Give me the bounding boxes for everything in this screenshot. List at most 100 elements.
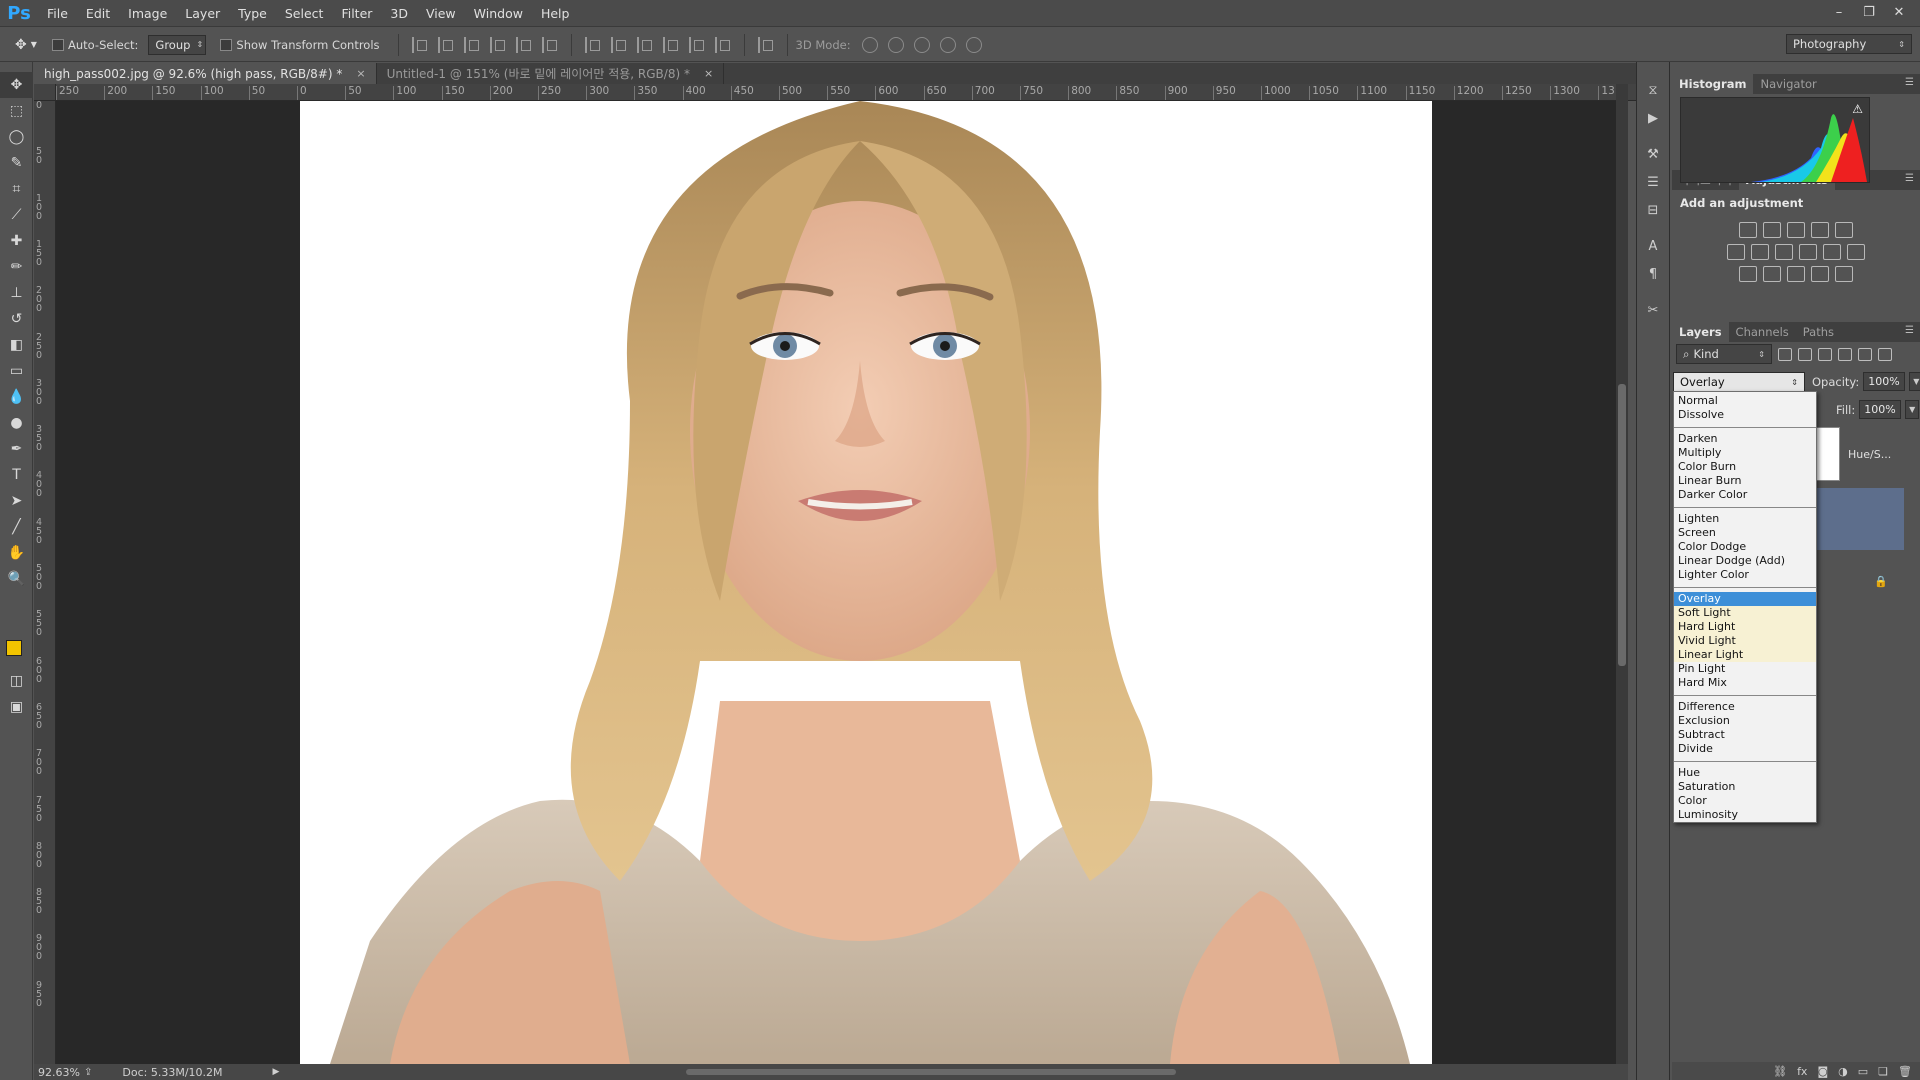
menu-type[interactable]: Type [229,0,276,27]
blend-option-linear-light[interactable]: Linear Light [1674,648,1816,662]
new-group-icon[interactable]: ▭ [1858,1065,1868,1078]
tab-histogram[interactable]: Histogram [1672,74,1754,94]
align-bottom-icon[interactable] [463,36,480,53]
invert-icon[interactable] [1739,266,1757,282]
marquee-tool-icon[interactable]: ⬚ [0,98,33,124]
brush-presets-icon[interactable]: ⚒ [1637,140,1669,168]
blend-option-darker-color[interactable]: Darker Color [1674,488,1816,502]
close-tab-icon[interactable]: × [704,67,713,80]
brightness-contrast-icon[interactable] [1739,222,1757,238]
blend-option-dissolve[interactable]: Dissolve [1674,408,1816,422]
filter-shape-icon[interactable] [1838,347,1852,361]
filter-type-icon[interactable] [1818,347,1832,361]
distribute-bottom-icon[interactable] [636,36,653,53]
blend-option-color-burn[interactable]: Color Burn [1674,460,1816,474]
exposure-icon[interactable] [1811,222,1829,238]
eraser-tool-icon[interactable]: ◧ [0,332,33,358]
tab-layers[interactable]: Layers [1672,322,1729,342]
blend-option-screen[interactable]: Screen [1674,526,1816,540]
history-brush-tool-icon[interactable]: ↺ [0,306,33,332]
minimize-icon[interactable]: – [1826,5,1852,20]
filter-pixel-icon[interactable] [1778,347,1792,361]
blend-option-color-dodge[interactable]: Color Dodge [1674,540,1816,554]
tab-paths[interactable]: Paths [1796,322,1841,342]
close-icon[interactable]: ✕ [1886,5,1912,20]
threshold-icon[interactable] [1787,266,1805,282]
add-mask-icon[interactable]: ◙ [1817,1065,1828,1078]
blend-option-normal[interactable]: Normal [1674,394,1816,408]
quick-select-tool-icon[interactable]: ✎ [0,150,33,176]
3d-rotate-icon[interactable] [861,36,878,53]
fill-input[interactable]: 100% [1859,400,1902,419]
curves-icon[interactable] [1787,222,1805,238]
new-layer-icon[interactable]: ❏ [1878,1065,1888,1078]
panel-menu-icon[interactable]: ☰ [1905,325,1914,336]
foreground-color-swatch[interactable] [6,640,22,656]
opacity-input[interactable]: 100% [1863,372,1906,391]
auto-align-icon[interactable] [757,36,774,53]
brush-tool-icon[interactable]: ✏ [0,254,33,280]
character-icon[interactable]: A [1637,232,1669,260]
path-select-tool-icon[interactable]: ➤ [0,488,33,514]
document-tab-untitled[interactable]: Untitled-1 @ 151% (바로 밑에 레이어만 적용, RGB/8)… [377,63,725,84]
crop-tool-icon[interactable]: ⌗ [0,176,33,202]
line-tool-icon[interactable]: ╱ [0,514,33,540]
blend-option-luminosity[interactable]: Luminosity [1674,808,1816,822]
gradient-tool-icon[interactable]: ▭ [0,358,33,384]
ruler-origin[interactable] [34,84,56,101]
screen-mode-icon[interactable]: ▣ [0,694,33,720]
distribute-top-icon[interactable] [584,36,601,53]
menu-layer[interactable]: Layer [176,0,229,27]
color-lookup-icon[interactable] [1847,244,1865,260]
channel-mixer-icon[interactable] [1823,244,1841,260]
blend-mode-select[interactable]: Overlay ⇕ [1673,372,1805,392]
layer-style-icon[interactable]: fx [1797,1065,1807,1078]
blend-option-exclusion[interactable]: Exclusion [1674,714,1816,728]
blend-option-divide[interactable]: Divide [1674,742,1816,756]
menu-select[interactable]: Select [276,0,333,27]
horizontal-scroll-thumb[interactable] [686,1069,1176,1075]
blend-option-multiply[interactable]: Multiply [1674,446,1816,460]
actions-play-icon[interactable]: ▶ [1637,104,1669,132]
filter-kind-select[interactable]: ⌕ Kind ⇕ [1676,344,1772,364]
menu-filter[interactable]: Filter [332,0,381,27]
blur-tool-icon[interactable]: 💧 [0,384,33,410]
blend-option-hue[interactable]: Hue [1674,766,1816,780]
menu-view[interactable]: View [417,0,465,27]
black-white-icon[interactable] [1775,244,1793,260]
close-tab-icon[interactable]: × [356,67,365,80]
eyedropper-tool-icon[interactable]: ⟋ [0,202,33,228]
tool-presets-icon[interactable]: ☰ [1637,168,1669,196]
blend-option-saturation[interactable]: Saturation [1674,780,1816,794]
blend-option-difference[interactable]: Difference [1674,700,1816,714]
levels-icon[interactable] [1763,222,1781,238]
blend-option-subtract[interactable]: Subtract [1674,728,1816,742]
zoom-level[interactable]: 92.63% [38,1066,80,1079]
auto-select-target-select[interactable]: Group ⇕ [148,34,207,55]
blend-option-lighten[interactable]: Lighten [1674,512,1816,526]
history-icon[interactable]: ⧖ [1637,76,1669,104]
distribute-right-icon[interactable] [714,36,731,53]
blend-option-hard-light[interactable]: Hard Light [1674,620,1816,634]
clone-stamp-tool-icon[interactable]: ⊥ [0,280,33,306]
menu-edit[interactable]: Edit [77,0,119,27]
document-canvas[interactable] [300,101,1432,1064]
horizontal-ruler[interactable]: 250 200 150 100 50 0 50 100 150 200 250 300 350 400 45… [56,84,1636,101]
menu-image[interactable]: Image [119,0,176,27]
type-tool-icon[interactable]: T [0,462,33,488]
export-icon[interactable]: ⇪ [84,1067,92,1078]
filter-smart-object-icon[interactable] [1858,347,1872,361]
hand-tool-icon[interactable]: ✋ [0,540,33,566]
distribute-vcenter-icon[interactable] [610,36,627,53]
clone-source-icon[interactable]: ⊟ [1637,196,1669,224]
blend-option-overlay[interactable]: Overlay [1674,592,1816,606]
photo-filter-icon[interactable] [1799,244,1817,260]
move-tool-icon[interactable]: ✥ [0,72,33,98]
align-vcenter-icon[interactable] [437,36,454,53]
healing-brush-tool-icon[interactable]: ✚ [0,228,33,254]
vertical-scrollbar[interactable] [1616,84,1628,1064]
opacity-slider-icon[interactable]: ▼ [1909,372,1920,391]
status-menu-icon[interactable]: ▶ [273,1067,280,1077]
delete-layer-icon[interactable]: 🗑 [1898,1065,1912,1078]
horizontal-scrollbar[interactable] [292,1067,1628,1077]
